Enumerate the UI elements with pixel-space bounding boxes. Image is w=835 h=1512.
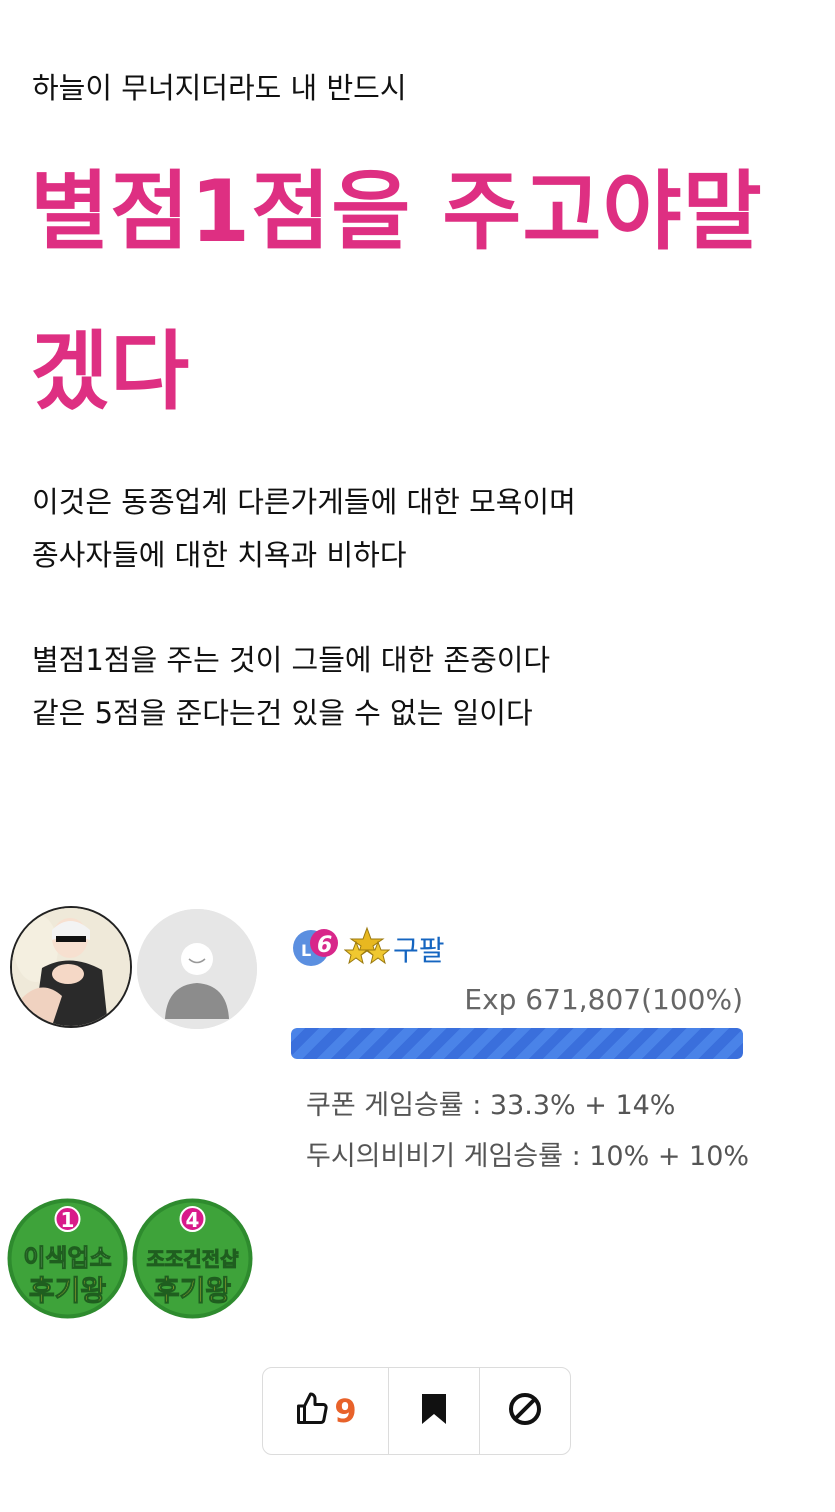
thumbs-up-icon xyxy=(294,1391,330,1431)
default-avatar xyxy=(137,909,257,1029)
svg-text:L: L xyxy=(301,941,311,960)
exp-progress-bar xyxy=(291,1028,743,1059)
badge-title: 조조건전샵 xyxy=(147,1247,240,1271)
post-paragraph-1: 이것은 동종업계 다른가게들에 대한 모욕이며 종사자들에 대한 치욕과 비하다 xyxy=(32,476,576,582)
level-icon: L 6 xyxy=(291,926,341,970)
exp-progress-fill xyxy=(291,1028,743,1059)
like-count: 9 xyxy=(334,1392,357,1430)
bookmark-icon xyxy=(419,1392,449,1430)
review-king-badge: 4 조조건전샵 후기왕 xyxy=(132,1198,253,1319)
badge-subtitle: 후기왕 xyxy=(29,1274,107,1307)
block-button[interactable] xyxy=(480,1368,570,1454)
bookmark-button[interactable] xyxy=(389,1368,480,1454)
paragraph-line: 별점1점을 주는 것이 그들에 대한 존중이다 xyxy=(32,643,551,677)
author-nickname[interactable]: 구팔 xyxy=(393,929,445,969)
badge-rank: 4 xyxy=(186,1208,200,1232)
paragraph-line: 같은 5점을 준다는건 있을 수 없는 일이다 xyxy=(32,696,533,730)
badge-subtitle: 후기왕 xyxy=(154,1274,232,1307)
dusi-game-stat: 두시의비비기 게임승률 : 10% + 10% xyxy=(306,1141,750,1172)
badge-title: 이색업소 xyxy=(23,1244,111,1272)
paragraph-line: 이것은 동종업계 다른가게들에 대한 모욕이며 xyxy=(32,485,576,519)
badge-rank: 1 xyxy=(61,1208,75,1232)
coupon-game-stat: 쿠폰 게임승률 : 33.3% + 14% xyxy=(306,1090,676,1121)
level-number: 6 xyxy=(317,933,332,958)
post-intro: 하늘이 무너지더라도 내 반드시 xyxy=(32,71,407,105)
block-icon xyxy=(508,1392,542,1430)
like-button[interactable]: 9 xyxy=(263,1368,389,1454)
paragraph-line: 종사자들에 대한 치욕과 비하다 xyxy=(32,538,407,572)
post-paragraph-2: 별점1점을 주는 것이 그들에 대한 존중이다 같은 5점을 준다는건 있을 수… xyxy=(32,634,550,740)
rank-stars-icon xyxy=(343,926,391,970)
exp-text: Exp 671,807(100%) xyxy=(464,983,743,1016)
author-avatar[interactable] xyxy=(10,906,132,1028)
post-action-bar: 9 xyxy=(262,1367,571,1455)
post-headline: 별점1점을 주고야말 겠다 xyxy=(30,162,763,422)
review-king-badge: 1 이색업소 후기왕 xyxy=(7,1198,128,1319)
